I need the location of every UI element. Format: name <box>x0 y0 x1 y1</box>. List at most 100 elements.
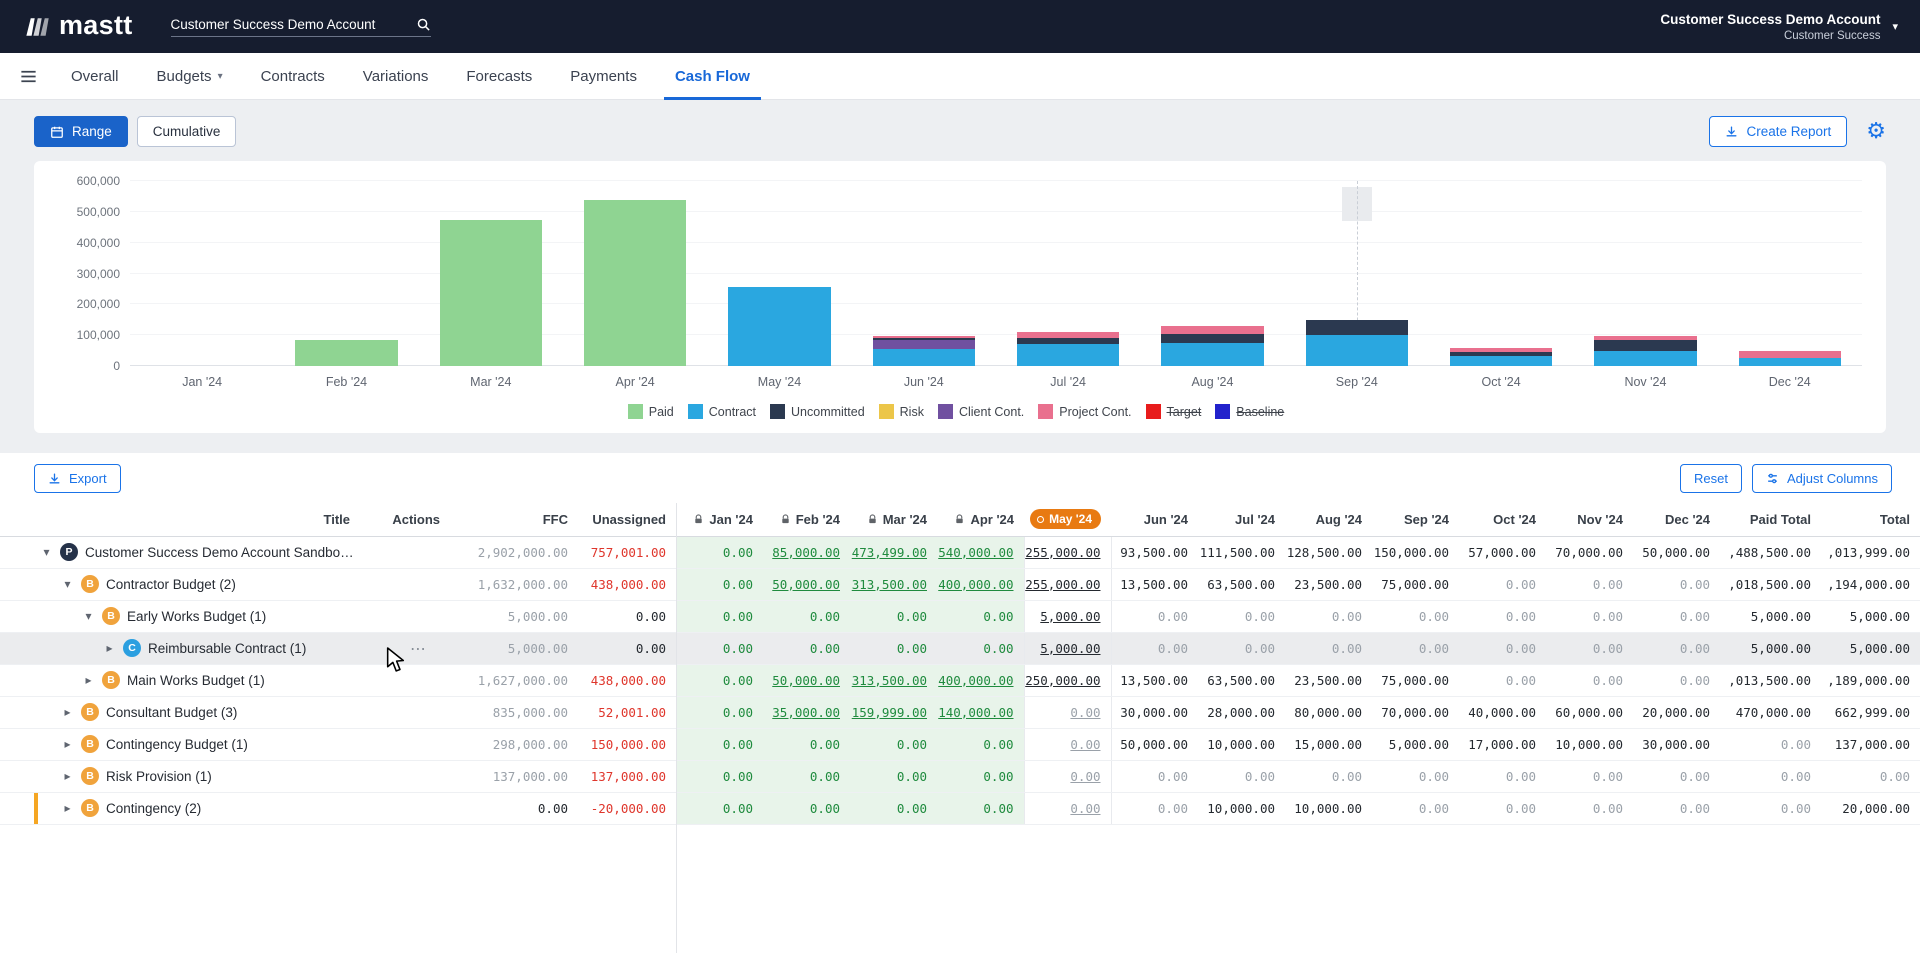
chevron-right-icon[interactable]: ▸ <box>82 673 95 687</box>
create-report-button[interactable]: Create Report <box>1709 116 1848 147</box>
menu-button[interactable] <box>8 53 48 99</box>
tab-payments[interactable]: Payments <box>551 53 656 99</box>
chevron-down-icon[interactable]: ▾ <box>82 609 95 623</box>
mouse-cursor <box>386 647 405 672</box>
mastt-logo[interactable]: mastt <box>22 11 133 42</box>
chevron-down-icon[interactable]: ▾ <box>40 545 53 559</box>
chevron-right-icon[interactable]: ▸ <box>61 769 74 783</box>
cell-m4[interactable]: 0.00 <box>1023 728 1112 761</box>
chevron-down-icon[interactable]: ▾ <box>1892 20 1898 33</box>
chevron-right-icon[interactable]: ▸ <box>103 641 116 655</box>
cell-m3[interactable]: 540,000.00 <box>937 536 1024 569</box>
cell-m4[interactable]: 5,000.00 <box>1023 600 1112 633</box>
cell-m4[interactable]: 0.00 <box>1023 696 1112 729</box>
chart-bar-aug-24[interactable] <box>1161 326 1264 366</box>
legend-item-client-cont[interactable]: Client Cont. <box>937 404 1024 419</box>
cell-m3[interactable]: 140,000.00 <box>937 696 1024 729</box>
cell-m8: 150,000.00 <box>1372 536 1459 569</box>
chart-bar-nov-24[interactable] <box>1594 336 1697 366</box>
column-label: Apr '24 <box>970 511 1014 527</box>
chevron-down-icon[interactable]: ▾ <box>61 577 74 591</box>
adjust-columns-button[interactable]: Adjust Columns <box>1751 464 1892 493</box>
cell-m1[interactable]: 35,000.00 <box>763 696 850 729</box>
export-button[interactable]: Export <box>34 464 121 493</box>
chart-bar-jul-24[interactable] <box>1016 331 1120 366</box>
download-icon <box>49 473 60 484</box>
chart-bar-oct-24[interactable] <box>1449 348 1553 366</box>
cell-m4[interactable]: 0.00 <box>1023 792 1112 825</box>
cell-unassigned: 137,000.00 <box>578 760 676 793</box>
chart-bar-sep-24[interactable] <box>1305 319 1409 366</box>
chevron-right-icon[interactable]: ▸ <box>61 705 74 719</box>
cell-m1[interactable]: 50,000.00 <box>763 664 850 697</box>
cell-m4[interactable]: 5,000.00 <box>1023 632 1112 665</box>
tab-overall[interactable]: Overall <box>52 53 138 99</box>
x-axis-tick-label: Oct '24 <box>1481 375 1521 389</box>
search-icon[interactable] <box>416 17 431 32</box>
lock-icon <box>867 514 878 525</box>
tab-budgets[interactable]: Budgets ▾ <box>138 53 242 99</box>
cell-m2[interactable]: 313,500.00 <box>850 664 937 697</box>
cell-paid-total: ,488,500.00 <box>1720 536 1821 569</box>
cell-m4[interactable]: 255,000.00 <box>1023 568 1112 601</box>
cell-ffc: 5,000.00 <box>450 632 578 665</box>
cell-m4[interactable]: 250,000.00 <box>1023 664 1112 697</box>
chart-segment-contract <box>1016 344 1120 366</box>
chart-bar-may-24[interactable] <box>728 287 831 366</box>
legend-item-risk[interactable]: Risk <box>878 404 924 419</box>
legend-item-baseline[interactable]: Baseline <box>1215 404 1284 419</box>
table-row[interactable]: ▸ B Consultant Budget (3) 835,000.00 52,001.… <box>0 696 1920 729</box>
chevron-right-icon[interactable]: ▸ <box>61 737 74 751</box>
cell-total: 20,000.00 <box>1821 792 1920 825</box>
cell-m3[interactable]: 400,000.00 <box>937 664 1024 697</box>
legend-item-project-cont[interactable]: Project Cont. <box>1038 404 1132 419</box>
cell-m5: 13,500.00 <box>1111 568 1198 601</box>
tab-forecasts[interactable]: Forecasts <box>447 53 551 99</box>
chart-bar-feb-24[interactable] <box>295 339 398 366</box>
cell-m4[interactable]: 255,000.00 <box>1023 536 1112 569</box>
table-row[interactable]: ▾ B Early Works Budget (1) 5,000.00 0.00 0.00… <box>0 600 1920 633</box>
account-menu[interactable]: Customer Success Demo Account Customer S… <box>1660 12 1898 42</box>
chart-bar-jun-24[interactable] <box>872 335 976 366</box>
cell-actions <box>360 696 450 729</box>
table-row[interactable]: ▾ P Customer Success Demo Account Sandbox … <box>0 536 1920 569</box>
tab-cash-flow[interactable]: Cash Flow <box>656 53 769 100</box>
legend-item-uncommitted[interactable]: Uncommitted <box>770 404 865 419</box>
chevron-right-icon[interactable]: ▸ <box>61 801 74 815</box>
cell-m11: 20,000.00 <box>1633 696 1720 729</box>
table-row[interactable]: ▸ B Contingency (2) 0.00 -20,000.00 0.00 0.00 0… <box>0 792 1920 825</box>
project-search[interactable] <box>170 16 431 37</box>
cell-m8: 0.00 <box>1372 632 1459 665</box>
table-row[interactable]: ▸ B Risk Provision (1) 137,000.00 137,000.00… <box>0 760 1920 793</box>
app-header: mastt Customer Success Demo Account Cust… <box>0 0 1920 53</box>
cell-m4[interactable]: 0.00 <box>1023 760 1112 793</box>
tab-contracts[interactable]: Contracts <box>242 53 344 99</box>
table-row[interactable]: ▸ C Reimbursable Contract (1) ⋯ 5,000.00 0.00… <box>0 632 1920 665</box>
cell-m9: 0.00 <box>1459 632 1546 665</box>
table-row[interactable]: ▾ B Contractor Budget (2) 1,632,000.00 438,0… <box>0 568 1920 601</box>
cell-m1[interactable]: 85,000.00 <box>763 536 850 569</box>
table-row[interactable]: ▸ B Main Works Budget (1) 1,627,000.00 438,0… <box>0 664 1920 697</box>
cumulative-button[interactable]: Cumulative <box>136 116 237 147</box>
reset-button[interactable]: Reset <box>1679 464 1742 493</box>
legend-item-target[interactable]: Target <box>1145 404 1201 419</box>
chart-bar-mar-24[interactable] <box>439 220 543 366</box>
tab-variations[interactable]: Variations <box>344 53 448 99</box>
cell-m1[interactable]: 50,000.00 <box>763 568 850 601</box>
project-search-input[interactable] <box>170 16 410 32</box>
chart-bar-dec-24[interactable] <box>1738 350 1841 366</box>
cell-total: 5,000.00 <box>1821 632 1920 665</box>
cell-m9: 57,000.00 <box>1459 536 1546 569</box>
cell-m9: 0.00 <box>1459 664 1546 697</box>
chart-bar-apr-24[interactable] <box>583 199 687 366</box>
cell-m2[interactable]: 159,999.00 <box>850 696 937 729</box>
current-month-dot-icon <box>1037 515 1045 523</box>
legend-item-contract[interactable]: Contract <box>687 404 756 419</box>
range-button[interactable]: Range <box>34 116 128 147</box>
cell-m2[interactable]: 473,499.00 <box>850 536 937 569</box>
table-row[interactable]: ▸ B Contingency Budget (1) 298,000.00 150,00… <box>0 728 1920 761</box>
legend-item-paid[interactable]: Paid <box>627 404 674 419</box>
cell-m2[interactable]: 313,500.00 <box>850 568 937 601</box>
settings-gear-icon[interactable]: ⚙ <box>1866 120 1886 143</box>
cell-m3[interactable]: 400,000.00 <box>937 568 1024 601</box>
